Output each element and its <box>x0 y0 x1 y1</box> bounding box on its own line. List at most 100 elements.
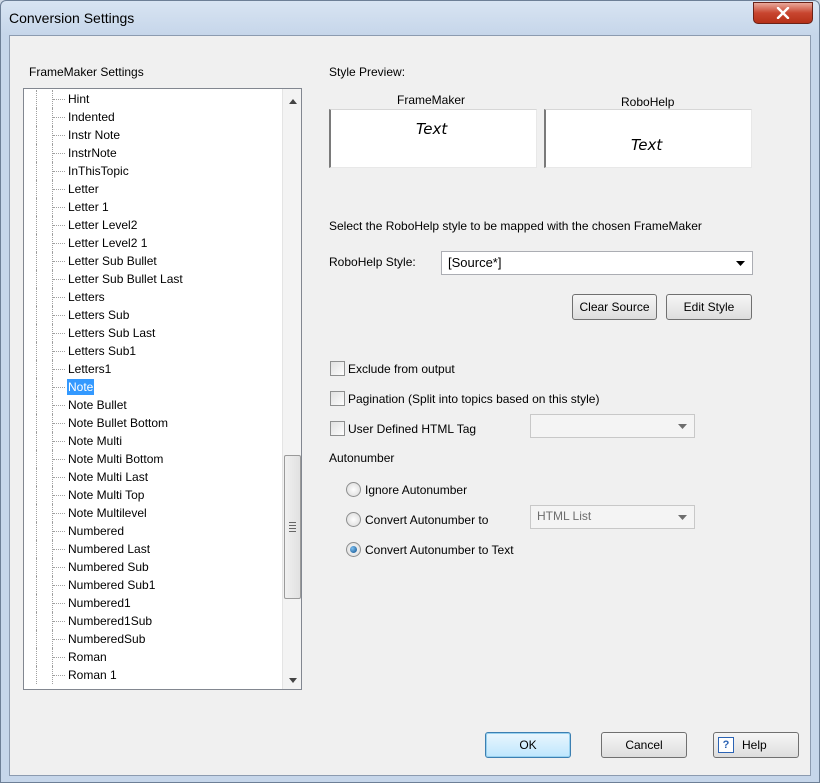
tree-item[interactable]: Note Bullet <box>24 396 282 414</box>
user-defined-html-tag-checkbox[interactable] <box>330 421 345 436</box>
robohelp-preview-text: Text <box>631 136 663 154</box>
dialog-body: FrameMaker Settings Hint Indented Instr No… <box>9 35 811 776</box>
autonumber-format-value: HTML List <box>537 509 592 523</box>
tree-item[interactable]: Letter Level2 1 <box>24 234 282 252</box>
tree-item[interactable]: Letter Level2 <box>24 216 282 234</box>
tree-connector-line <box>36 432 37 450</box>
tree-connector-line <box>36 540 37 558</box>
tree-item[interactable]: Note Multi <box>24 432 282 450</box>
tree-item-label: Instr Note <box>68 128 121 142</box>
window-title: Conversion Settings <box>9 10 135 26</box>
tree-item[interactable]: NumberedSub <box>24 630 282 648</box>
tree-connector-line <box>53 135 65 136</box>
help-button[interactable]: ? Help <box>713 732 799 758</box>
edit-style-button[interactable]: Edit Style <box>666 294 752 320</box>
pagination-label[interactable]: Pagination (Split into topics based on t… <box>348 392 599 406</box>
tree-connector-line <box>36 252 37 270</box>
tree-item[interactable]: Letters Sub <box>24 306 282 324</box>
tree-connector-line <box>36 378 37 396</box>
ignore-autonumber-radio[interactable] <box>346 482 361 497</box>
tree-item[interactable]: Letters Sub1 <box>24 342 282 360</box>
clear-source-button[interactable]: Clear Source <box>572 294 657 320</box>
scroll-down-arrow-icon <box>288 672 297 686</box>
convert-autonumber-to-text-label[interactable]: Convert Autonumber to Text <box>365 543 514 557</box>
tree-item[interactable]: Note Multi Last <box>24 468 282 486</box>
cancel-button[interactable]: Cancel <box>601 732 687 758</box>
conversion-settings-window: Conversion Settings FrameMaker Settings … <box>0 0 820 783</box>
tree-item[interactable]: Letter Sub Bullet <box>24 252 282 270</box>
tree-item[interactable]: Note Multi Bottom <box>24 450 282 468</box>
close-icon <box>776 7 790 19</box>
scroll-thumb[interactable] <box>284 455 301 599</box>
ignore-autonumber-label[interactable]: Ignore Autonumber <box>365 483 467 497</box>
title-bar[interactable]: Conversion Settings <box>1 1 819 35</box>
tree-item-label: Note <box>67 379 95 395</box>
tree-connector-line <box>53 477 65 478</box>
tree-connector-line <box>36 396 37 414</box>
robohelp-style-dropdown[interactable]: [Source*] <box>441 251 753 275</box>
convert-autonumber-label[interactable]: Convert Autonumber to <box>365 513 488 527</box>
tree-item[interactable]: Roman <box>24 648 282 666</box>
tree-item[interactable]: Numbered <box>24 522 282 540</box>
tree-item-label: NumberedSub <box>68 632 146 646</box>
tree-item[interactable]: Instr Note <box>24 126 282 144</box>
mapping-instruction: Select the RoboHelp style to be mapped w… <box>329 219 702 233</box>
tree-scrollbar[interactable] <box>282 89 301 689</box>
tree-item-label: Note Multi Last <box>68 470 149 484</box>
close-button[interactable] <box>753 2 813 24</box>
tree-item[interactable]: Note Multi Top <box>24 486 282 504</box>
autonumber-format-dropdown[interactable]: HTML List <box>530 505 695 529</box>
tree-connector-line <box>53 387 65 388</box>
tree-connector-line <box>36 216 37 234</box>
tree-connector-line <box>36 144 37 162</box>
scroll-up-arrow-icon <box>288 93 297 107</box>
exclude-from-output-label[interactable]: Exclude from output <box>348 362 455 376</box>
scroll-down-button[interactable] <box>283 670 301 687</box>
tree-item[interactable]: Numbered1 <box>24 594 282 612</box>
tree-connector-line <box>36 630 37 648</box>
tree-item[interactable]: InThisTopic <box>24 162 282 180</box>
exclude-from-output-checkbox[interactable] <box>330 361 345 376</box>
tree-connector-line <box>53 189 65 190</box>
tree-item[interactable]: Letters1 <box>24 360 282 378</box>
tree-item[interactable]: Letters <box>24 288 282 306</box>
html-tag-dropdown[interactable] <box>530 414 695 438</box>
tree-connector-line <box>53 441 65 442</box>
convert-autonumber-radio[interactable] <box>346 512 361 527</box>
tree-connector-line <box>36 90 37 108</box>
tree-item[interactable]: Letters Sub Last <box>24 324 282 342</box>
tree-item-label: Letters1 <box>68 362 112 376</box>
tree-item[interactable]: Numbered1Sub <box>24 612 282 630</box>
tree-item[interactable]: Note <box>24 378 282 396</box>
scroll-up-button[interactable] <box>283 91 301 108</box>
tree-connector-line <box>36 504 37 522</box>
tree-item[interactable]: Roman 1 <box>24 666 282 684</box>
tree-item[interactable]: Hint <box>24 90 282 108</box>
tree-connector-line <box>36 360 37 378</box>
tree-item[interactable]: Note Multilevel <box>24 504 282 522</box>
tree-item[interactable]: InstrNote <box>24 144 282 162</box>
convert-autonumber-to-text-radio[interactable] <box>346 542 361 557</box>
tree-connector-line <box>53 171 65 172</box>
tree-connector-line <box>36 576 37 594</box>
tree-item-label: Note Multi Top <box>68 488 145 502</box>
framemaker-preview-label: FrameMaker <box>397 93 466 107</box>
ok-button[interactable]: OK <box>485 732 571 758</box>
tree-item[interactable]: Indented <box>24 108 282 126</box>
tree-item[interactable]: Numbered Last <box>24 540 282 558</box>
framemaker-style-tree[interactable]: Hint Indented Instr Note InstrNote InThisTop… <box>23 88 302 690</box>
tree-item[interactable]: Letter <box>24 180 282 198</box>
tree-item-label: Letter Sub Bullet <box>68 254 157 268</box>
tree-item[interactable]: Note Bullet Bottom <box>24 414 282 432</box>
tree-item[interactable]: Numbered Sub1 <box>24 576 282 594</box>
tree-item-label: Numbered Last <box>68 542 151 556</box>
tree-item[interactable]: Letter 1 <box>24 198 282 216</box>
tree-connector-line <box>36 558 37 576</box>
chevron-down-icon <box>674 419 690 433</box>
pagination-checkbox[interactable] <box>330 391 345 406</box>
tree-item-label: Letter Level2 1 <box>68 236 148 250</box>
user-defined-html-tag-label[interactable]: User Defined HTML Tag <box>348 422 476 436</box>
tree-item[interactable]: Numbered Sub <box>24 558 282 576</box>
scroll-grip-icon <box>289 522 296 534</box>
tree-item[interactable]: Letter Sub Bullet Last <box>24 270 282 288</box>
